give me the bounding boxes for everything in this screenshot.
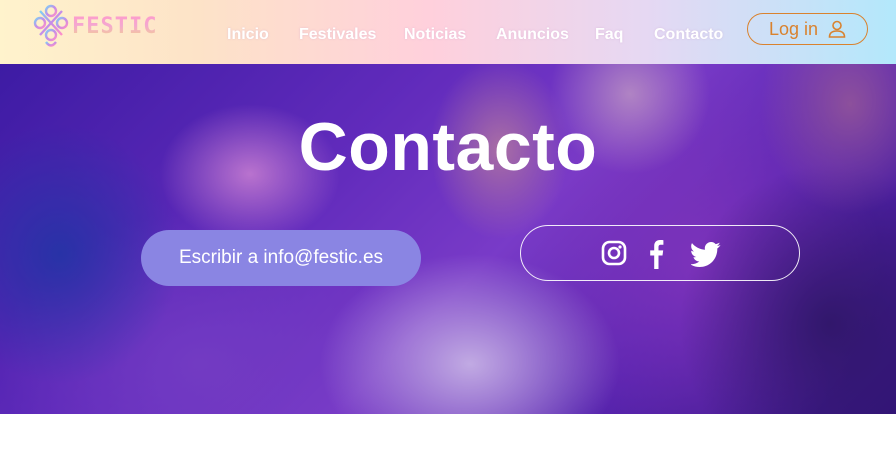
nav-anuncios[interactable]: Anuncios <box>496 26 569 44</box>
login-button[interactable]: Log in <box>747 13 868 45</box>
nav-noticias[interactable]: Noticias <box>404 26 466 44</box>
nav-contacto[interactable]: Contacto <box>654 26 723 44</box>
instagram-icon[interactable] <box>601 240 627 266</box>
facebook-icon[interactable] <box>648 239 664 269</box>
user-icon <box>828 20 846 38</box>
email-contact-button[interactable]: Escribir a info@festic.es <box>141 230 421 286</box>
hero-banner: Contacto Escribir a info@festic.es <box>0 64 896 414</box>
page-title: Contacto <box>298 109 598 185</box>
twitter-icon[interactable] <box>691 242 721 267</box>
nav-faq[interactable]: Faq <box>595 26 623 44</box>
nav-inicio[interactable]: Inicio <box>227 26 269 44</box>
nav-festivales[interactable]: Festivales <box>299 26 376 44</box>
social-links <box>520 225 800 281</box>
login-label: Log in <box>769 18 819 39</box>
top-navbar: FESTIC Inicio Festivales Noticias Anunci… <box>0 0 896 64</box>
